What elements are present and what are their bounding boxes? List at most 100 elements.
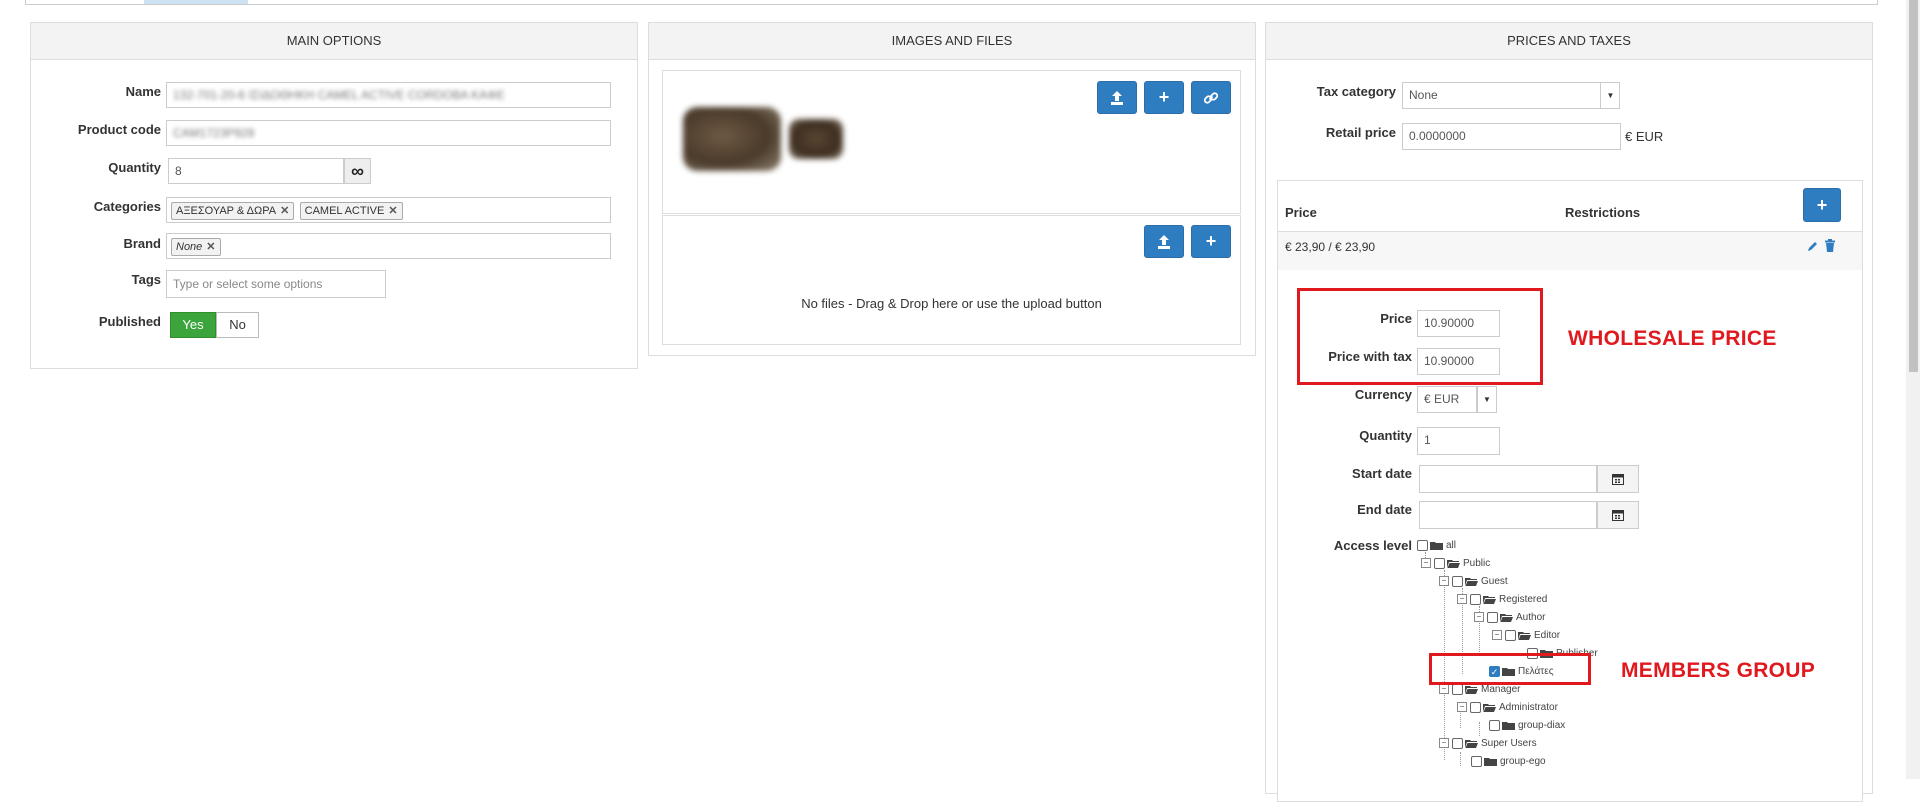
tags-field[interactable]: Type or select some options [166, 270, 386, 298]
tree-guide [1479, 722, 1480, 736]
collapse-toggle-icon[interactable]: − [1439, 576, 1449, 586]
tree-node-super-users: − Super Users [1439, 735, 1537, 751]
product-code-label: Product code [77, 122, 161, 137]
members-annotation: MEMBERS GROUP [1621, 659, 1816, 682]
restrictions-column-header: Restrictions [1565, 205, 1641, 220]
collapse-toggle-icon[interactable]: − [1457, 702, 1467, 712]
prices-taxes-header: PRICES AND TAXES [1266, 23, 1872, 60]
collapse-toggle-icon[interactable]: − [1439, 738, 1449, 748]
tax-category-label: Tax category [1316, 84, 1396, 99]
brand-label: Brand [123, 236, 161, 251]
caret-down-icon: ▼ [1606, 91, 1615, 100]
page-scrollbar[interactable] [1906, 0, 1920, 779]
access-checkbox[interactable] [1487, 611, 1498, 623]
access-checkbox[interactable] [1505, 629, 1516, 641]
start-date-calendar-button[interactable] [1597, 465, 1639, 493]
upload-icon [1111, 90, 1123, 105]
retail-price-value: 0.0000000 [1409, 129, 1466, 143]
calendar-icon [1612, 510, 1624, 521]
start-date-field[interactable] [1419, 465, 1597, 493]
plus-icon: + [1816, 194, 1828, 215]
categories-field[interactable]: ΑΞΕΣΟΥΑΡ & ΔΩΡΑ ✕ CAMEL ACTIVE ✕ [166, 197, 611, 223]
collapse-toggle-icon[interactable]: − [1439, 684, 1449, 694]
tree-node-group-ego: group-ego [1471, 753, 1546, 769]
tree-node-label: group-ego [1500, 755, 1546, 767]
remove-tag-icon[interactable]: ✕ [388, 205, 397, 217]
upload-image-button[interactable] [1097, 81, 1137, 114]
scrollbar-thumb[interactable] [1909, 0, 1918, 372]
published-label: Published [98, 314, 161, 329]
access-checkbox[interactable] [1489, 719, 1500, 731]
tax-category-dropdown-button[interactable]: ▼ [1600, 82, 1620, 109]
caret-down-icon: ▼ [1483, 395, 1491, 404]
published-no-button[interactable]: No [216, 312, 259, 338]
remove-tag-icon[interactable]: ✕ [280, 205, 289, 217]
folder-open-icon [1500, 613, 1513, 622]
add-image-button[interactable]: + [1144, 81, 1184, 114]
retail-price-field[interactable]: 0.0000000 [1402, 123, 1621, 150]
tree-node-guest: − Guest [1439, 573, 1508, 589]
folder-icon [1484, 757, 1497, 766]
tree-node-registered: − Registered [1457, 591, 1547, 607]
tree-node-group-diax: group-diax [1489, 717, 1565, 733]
edit-price-icon[interactable] [1807, 240, 1819, 252]
folder-icon [1502, 721, 1515, 730]
upload-file-button[interactable] [1144, 225, 1184, 258]
folder-open-icon [1465, 685, 1478, 694]
collapse-toggle-icon[interactable]: − [1492, 630, 1502, 640]
top-tab-strip [25, 0, 1878, 5]
tier-quantity-field[interactable]: 1 [1417, 427, 1500, 455]
tree-node-label: Guest [1481, 575, 1508, 587]
infinite-quantity-button[interactable]: ∞ [344, 158, 371, 184]
tree-node-label: Super Users [1481, 737, 1537, 749]
collapse-toggle-icon[interactable]: − [1457, 594, 1467, 604]
brand-tag-label: None [176, 241, 203, 253]
access-checkbox[interactable] [1452, 683, 1463, 695]
tree-node-author: − Author [1474, 609, 1545, 625]
tree-node-label: Author [1516, 611, 1546, 623]
link-image-button[interactable] [1191, 81, 1231, 114]
published-yes-button[interactable]: Yes [170, 312, 216, 338]
product-code-field[interactable]: CAM1723P928 [166, 120, 611, 146]
end-date-field[interactable] [1419, 501, 1597, 529]
product-image-thumb[interactable] [683, 107, 781, 171]
plus-icon: + [1158, 87, 1170, 107]
remove-tag-icon[interactable]: ✕ [206, 241, 215, 253]
access-checkbox[interactable] [1452, 737, 1463, 749]
collapse-toggle-icon[interactable]: − [1421, 558, 1431, 568]
access-checkbox[interactable] [1434, 557, 1445, 569]
folder-open-icon [1483, 703, 1496, 712]
collapse-toggle-icon[interactable]: − [1474, 612, 1484, 622]
delete-price-icon[interactable] [1824, 239, 1836, 252]
currency-dropdown-button[interactable]: ▼ [1477, 386, 1497, 413]
tree-node-label: group-diax [1518, 719, 1566, 731]
product-code-value: CAM1723P928 [173, 126, 255, 140]
images-files-header: IMAGES AND FILES [649, 23, 1255, 60]
access-checkbox[interactable] [1470, 593, 1481, 605]
tier-quantity-value: 1 [1424, 433, 1431, 447]
tree-node-label: Administrator [1499, 701, 1558, 713]
access-checkbox[interactable] [1470, 701, 1481, 713]
end-date-calendar-button[interactable] [1597, 501, 1639, 529]
product-image-thumb[interactable] [789, 119, 843, 159]
brand-tag: None ✕ [171, 238, 221, 256]
brand-field[interactable]: None ✕ [166, 233, 611, 259]
add-file-button[interactable]: + [1191, 225, 1231, 258]
tree-node-all: all [1417, 537, 1456, 553]
access-checkbox[interactable] [1417, 539, 1428, 551]
access-checkbox[interactable] [1452, 575, 1463, 587]
quantity-field[interactable]: 8 [168, 158, 344, 184]
add-price-button[interactable]: + [1803, 188, 1841, 222]
upload-icon [1158, 234, 1170, 249]
access-checkbox[interactable] [1471, 755, 1482, 767]
active-tab-indicator[interactable] [144, 0, 248, 4]
tree-node-label: all [1446, 539, 1457, 551]
folder-open-icon [1518, 631, 1531, 640]
name-field[interactable]: 132-701-20-6 ΙΣΙΔΟΘΗΚΗ CAMEL ACTIVE CORD… [166, 82, 611, 108]
tax-category-select[interactable]: None [1402, 82, 1620, 109]
tax-category-value: None [1409, 88, 1438, 102]
link-icon [1203, 91, 1219, 104]
retail-currency-label: € EUR [1625, 129, 1664, 144]
tree-node-label: Editor [1534, 629, 1561, 641]
currency-select[interactable]: € EUR [1417, 386, 1477, 413]
